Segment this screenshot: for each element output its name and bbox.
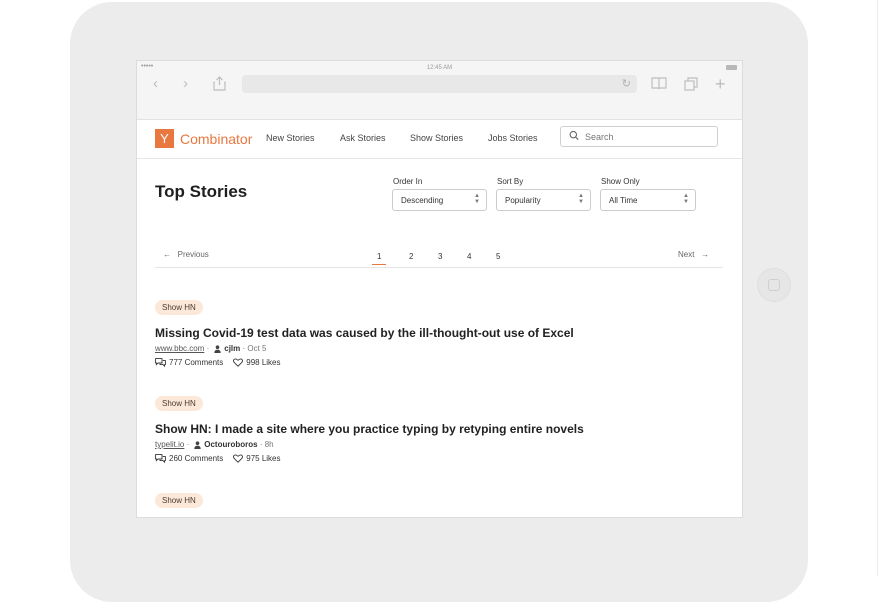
story-item: Show HN Show HN: I made a site where you… (155, 393, 715, 463)
nav-ask-stories[interactable]: Ask Stories (340, 133, 386, 143)
show-select[interactable]: All Time ▲ ▼ (600, 189, 696, 211)
comments-icon (155, 358, 166, 367)
browser-toolbar: ‹ › ↻ + (137, 75, 742, 120)
forward-icon[interactable]: › (183, 75, 188, 93)
story-domain[interactable]: www.bbc.com (155, 344, 204, 353)
status-bar: ••••• 12:45 AM (137, 61, 742, 75)
arrow-right-icon: → (701, 250, 710, 259)
story-title[interactable]: Missing Covid-19 test data was caused by… (155, 326, 715, 340)
story-author[interactable]: cjlm (224, 344, 240, 353)
logo[interactable]: Y Combinator (155, 129, 252, 148)
heart-icon (233, 358, 244, 367)
previous-button[interactable]: ← Previous (163, 250, 209, 259)
search-box[interactable] (560, 126, 718, 147)
story-stats: 777 Comments 998 Likes (155, 358, 715, 367)
story-item: Show HN Missing Covid-19 test data was c… (155, 297, 715, 367)
search-icon (569, 130, 579, 141)
select-chevron-icon: ▲ ▼ (578, 193, 584, 205)
home-button[interactable] (757, 268, 791, 302)
order-value: Descending (401, 196, 444, 205)
pagination-divider (155, 267, 723, 268)
nav-show-stories[interactable]: Show Stories (410, 133, 463, 143)
select-chevron-icon: ▲ ▼ (683, 193, 689, 205)
page-title: Top Stories (155, 182, 248, 201)
arrow-left-icon: ← (163, 250, 171, 259)
show-label: Show Only (601, 177, 640, 186)
back-icon[interactable]: ‹ (153, 75, 158, 93)
previous-label: Previous (177, 250, 209, 259)
home-square-icon (768, 279, 780, 291)
share-icon[interactable] (213, 76, 226, 96)
story-item: Show HN (155, 490, 715, 508)
status-time: 12:45 AM (426, 65, 453, 71)
battery-icon (726, 65, 737, 70)
story-tag[interactable]: Show HN (155, 300, 203, 315)
story-domain[interactable]: typelit.io (155, 440, 184, 449)
book-icon[interactable] (651, 77, 667, 95)
search-input[interactable] (585, 129, 710, 144)
heart-icon (233, 454, 244, 463)
meta-separator: · (184, 440, 190, 449)
story-tag[interactable]: Show HN (155, 493, 203, 508)
meta-separator: · (240, 344, 248, 353)
nav-new-stories[interactable]: New Stories (266, 133, 315, 143)
reload-icon[interactable]: ↻ (622, 77, 631, 90)
next-label: Next (678, 250, 695, 259)
comments-count[interactable]: 777 Comments (169, 358, 223, 367)
site-header: Y Combinator New Stories Ask Stories Sho… (137, 119, 742, 159)
sort-select[interactable]: Popularity ▲ ▼ (496, 189, 591, 211)
meta-separator: · (204, 344, 210, 353)
story-time: 8h (264, 440, 274, 449)
comments-icon (155, 454, 166, 463)
nav-jobs-stories[interactable]: Jobs Stories (488, 133, 538, 143)
story-time: Oct 5 (247, 344, 267, 353)
user-icon (214, 344, 221, 353)
tabs-icon[interactable] (684, 77, 699, 96)
new-tab-icon[interactable]: + (715, 75, 726, 93)
story-title[interactable]: Show HN: I made a site where you practic… (155, 422, 715, 436)
show-value: All Time (609, 196, 638, 205)
page-5[interactable]: 5 (496, 252, 500, 261)
story-meta: typelit.io · Octouroboros · 8h (155, 440, 715, 449)
select-chevron-icon: ▲ ▼ (474, 193, 480, 205)
page-edge-line (877, 0, 878, 576)
order-label: Order In (393, 177, 423, 186)
order-select[interactable]: Descending ▲ ▼ (392, 189, 487, 211)
likes-count[interactable]: 975 Likes (246, 454, 280, 463)
story-meta: www.bbc.com · cjlm · Oct 5 (155, 344, 715, 353)
story-author[interactable]: Octouroboros (204, 440, 257, 449)
logo-mark: Y (155, 129, 174, 148)
meta-separator: · (257, 440, 265, 449)
sort-label: Sort By (497, 177, 524, 186)
page-4[interactable]: 4 (467, 252, 471, 261)
comments-count[interactable]: 260 Comments (169, 454, 223, 463)
page-2[interactable]: 2 (409, 252, 413, 261)
logo-text: Combinator (180, 130, 253, 147)
page-1[interactable]: 1 (372, 252, 387, 265)
next-button[interactable]: Next → (678, 250, 709, 259)
tablet-screen: ••••• 12:45 AM ‹ › ↻ + Y Combinator New … (136, 60, 743, 518)
sort-value: Popularity (505, 196, 541, 205)
user-icon (194, 440, 201, 449)
story-tag[interactable]: Show HN (155, 396, 203, 411)
pagination: ← Previous 1 2 3 4 5 Next → (137, 246, 742, 268)
story-stats: 260 Comments 975 Likes (155, 454, 715, 463)
page-3[interactable]: 3 (438, 252, 442, 261)
likes-count[interactable]: 998 Likes (246, 358, 280, 367)
address-bar[interactable]: ↻ (242, 75, 637, 93)
